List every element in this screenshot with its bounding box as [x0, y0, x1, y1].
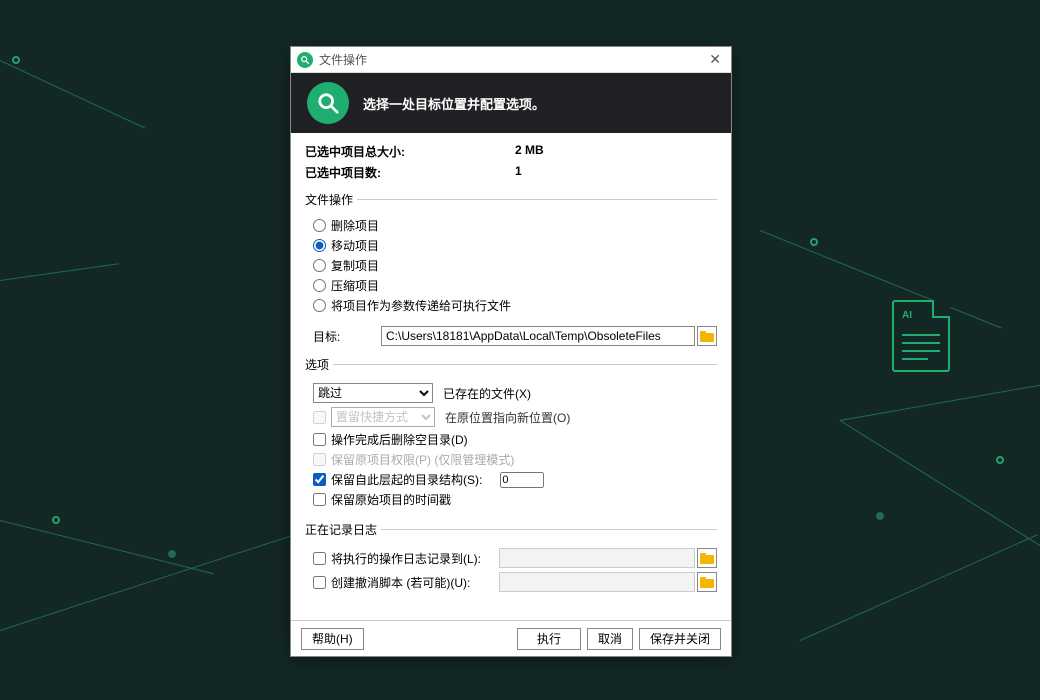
shortcut-checkbox — [313, 411, 326, 424]
selected-count-value: 1 — [515, 164, 522, 181]
radio-delete[interactable]: 删除项目 — [313, 217, 717, 234]
help-button[interactable]: 帮助(H) — [301, 628, 364, 650]
check-keep-struct[interactable]: 保留自此层起的目录结构(S): — [313, 471, 717, 488]
selected-size-label: 已选中项目总大小: — [305, 143, 515, 160]
save-close-button[interactable]: 保存并关闭 — [639, 628, 721, 650]
options-legend: 选项 — [305, 356, 333, 373]
log-path-input — [499, 548, 695, 568]
existing-file-select[interactable]: 跳过 — [313, 383, 433, 403]
logging-group: 正在记录日志 将执行的操作日志记录到(L): 创建撤消脚本 (若可能)(U): — [305, 521, 717, 596]
check-undo-script[interactable]: 创建撤消脚本 (若可能)(U): — [313, 574, 499, 591]
ai-doc-decoration: AI — [892, 300, 950, 372]
target-input[interactable] — [381, 326, 695, 346]
operations-legend: 文件操作 — [305, 191, 357, 208]
search-icon — [307, 82, 349, 124]
file-operation-dialog: 文件操作 ✕ 选择一处目标位置并配置选项。 已选中项目总大小: 2 MB 已选中… — [290, 46, 732, 657]
radio-move[interactable]: 移动项目 — [313, 237, 717, 254]
undo-path-input — [499, 572, 695, 592]
check-keep-perm: 保留原项目权限(P) (仅限管理模式) — [313, 451, 717, 468]
target-label: 目标: — [305, 328, 381, 345]
window-title: 文件操作 — [319, 51, 367, 68]
radio-exec[interactable]: 将项目作为参数传递给可执行文件 — [313, 297, 717, 314]
struct-level-input[interactable] — [500, 472, 544, 488]
browse-log-button[interactable] — [697, 548, 717, 568]
check-keep-time[interactable]: 保留原始项目的时间戳 — [313, 491, 717, 508]
browse-undo-button[interactable] — [697, 572, 717, 592]
options-group: 选项 跳过 已存在的文件(X) 置留快捷方式 在原位置指向新位置(O) 操作完成… — [305, 356, 717, 511]
close-icon[interactable]: ✕ — [705, 51, 725, 68]
logging-legend: 正在记录日志 — [305, 521, 381, 538]
execute-button[interactable]: 执行 — [517, 628, 581, 650]
operations-group: 文件操作 删除项目 移动项目 复制项目 压缩项目 将项目作为参数传递给可执行文件… — [305, 191, 717, 346]
browse-target-button[interactable] — [697, 326, 717, 346]
cancel-button[interactable]: 取消 — [587, 628, 633, 650]
shortcut-select: 置留快捷方式 — [331, 407, 435, 427]
folder-icon — [700, 577, 714, 588]
folder-icon — [700, 553, 714, 564]
radio-copy[interactable]: 复制项目 — [313, 257, 717, 274]
selected-size-value: 2 MB — [515, 143, 544, 160]
header-title: 选择一处目标位置并配置选项。 — [363, 94, 545, 113]
check-del-empty[interactable]: 操作完成后删除空目录(D) — [313, 431, 717, 448]
shortcut-label: 在原位置指向新位置(O) — [445, 409, 570, 426]
existing-file-label: 已存在的文件(X) — [443, 385, 531, 402]
folder-icon — [700, 331, 714, 342]
selected-count-label: 已选中项目数: — [305, 164, 515, 181]
radio-compress[interactable]: 压缩项目 — [313, 277, 717, 294]
check-log-ops[interactable]: 将执行的操作日志记录到(L): — [313, 550, 499, 567]
dialog-header: 选择一处目标位置并配置选项。 — [291, 73, 731, 133]
titlebar: 文件操作 ✕ — [291, 47, 731, 73]
dialog-footer: 帮助(H) 执行 取消 保存并关闭 — [291, 620, 731, 656]
app-icon — [297, 52, 313, 68]
